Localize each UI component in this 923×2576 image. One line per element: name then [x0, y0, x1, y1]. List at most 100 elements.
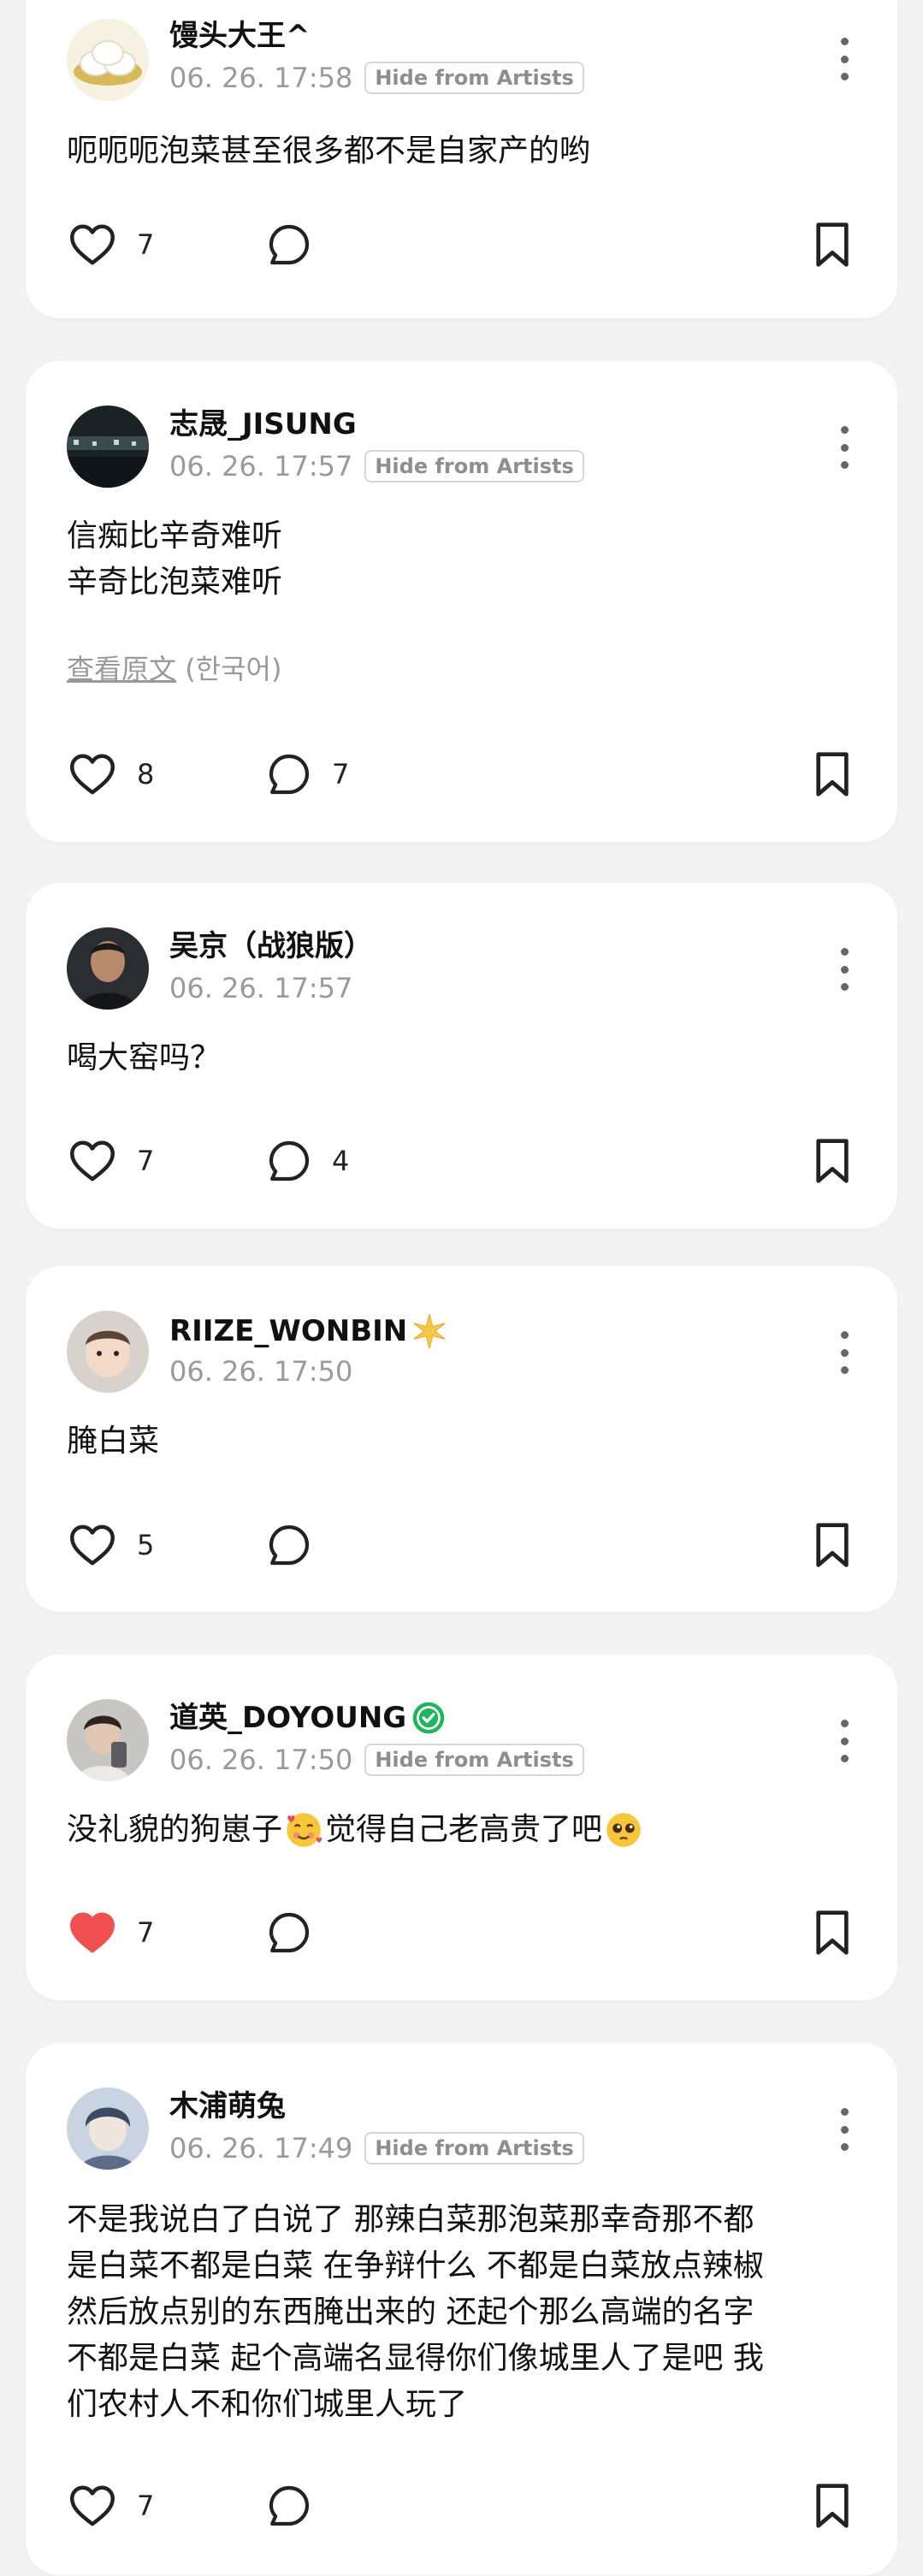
like-button[interactable]: 7	[67, 2476, 154, 2536]
post-actions: 5	[26, 1515, 897, 1575]
selfie-avatar-image	[67, 1699, 149, 1781]
post-text-line: 信痴比辛奇难听	[67, 518, 283, 554]
hide-from-artists-badge: Hide from Artists	[364, 62, 584, 94]
author-name[interactable]: 志晟_JISUNG	[169, 407, 357, 441]
baby-photo-avatar-image	[67, 1311, 149, 1393]
author-name-text: RIIZE_WONBIN	[169, 1314, 408, 1348]
like-button[interactable]: 7	[67, 215, 154, 275]
bookmark-button[interactable]	[812, 1515, 853, 1575]
avatar[interactable]	[67, 1311, 149, 1393]
post-body: 喝大窑吗？	[67, 1035, 846, 1081]
comment-button[interactable]: 7	[265, 744, 349, 804]
like-count: 7	[137, 228, 155, 261]
like-button[interactable]: 5	[67, 1515, 154, 1575]
more-options-icon[interactable]	[836, 38, 853, 80]
more-options-icon[interactable]	[836, 426, 853, 469]
post-body: 腌白菜	[67, 1418, 846, 1465]
more-options-icon[interactable]	[836, 1331, 853, 1374]
bookmark-button[interactable]	[812, 744, 853, 804]
view-original-toggle[interactable]: 查看原文 (한국어)	[67, 648, 281, 687]
post-actions: 7	[26, 215, 897, 275]
heart-icon	[70, 224, 115, 265]
comment-count: 7	[332, 758, 350, 791]
view-original-link[interactable]: 查看原文	[67, 653, 176, 685]
post-body: 呃呃呃泡菜甚至很多都不是自家产的哟	[67, 128, 846, 175]
post-actions: 8 7	[26, 744, 897, 804]
avatar[interactable]	[67, 2087, 149, 2170]
steamed-bun-avatar-image	[67, 19, 149, 101]
comment-button[interactable]	[265, 1515, 313, 1575]
bookmark-icon	[816, 222, 849, 267]
author-name[interactable]: 馒头大王^	[169, 19, 311, 53]
like-button[interactable]: 7	[67, 1903, 154, 1963]
heart-icon	[70, 754, 115, 795]
like-count: 8	[137, 758, 155, 791]
hide-from-artists-badge: Hide from Artists	[364, 2132, 584, 2164]
post-actions: 7	[26, 2476, 897, 2536]
post-card: RIIZE_WONBIN 06. 26. 17:50 腌白菜 5	[26, 1266, 897, 1612]
post-text-line: 不都是白菜 起个高端名显得你们像城里人了是吧 我	[67, 2341, 764, 2376]
bookmark-icon	[816, 1523, 849, 1567]
author-name-text: 道英_DOYOUNG	[169, 1701, 407, 1735]
post-text-line: 辛奇比泡菜难听	[67, 565, 283, 600]
bookmark-button[interactable]	[812, 1903, 853, 1963]
post-body: 信痴比辛奇难听 辛奇比泡菜难听	[67, 513, 846, 606]
post-meta: 06. 26. 17:50	[169, 1355, 352, 1388]
post-meta: 06. 26. 17:49 Hide from Artists	[169, 2132, 584, 2164]
author-name[interactable]: 道英_DOYOUNG	[169, 1701, 446, 1735]
post-card: 馒头大王^ 06. 26. 17:58 Hide from Artists 呃呃…	[26, 0, 897, 318]
comment-icon	[269, 1140, 310, 1181]
bookmark-button[interactable]	[812, 215, 853, 275]
post-text-segment: 没礼貌的狗崽子	[67, 1812, 283, 1847]
bookmark-icon	[816, 1910, 849, 1955]
more-options-icon[interactable]	[836, 948, 853, 991]
bookmark-icon	[816, 2484, 849, 2528]
avatar[interactable]	[67, 406, 149, 488]
author-name[interactable]: 吴京（战狼版）	[169, 929, 373, 963]
comment-icon	[269, 224, 310, 265]
like-button[interactable]: 8	[67, 744, 154, 804]
comment-button[interactable]	[265, 1903, 313, 1963]
post-body: 不是我说白了白说了 那辣白菜那泡菜那幸奇那不都 是白菜不都是白菜 在争辩什么 不…	[67, 2197, 846, 2428]
avatar[interactable]	[67, 927, 149, 1010]
post-text-line: 不是我说白了白说了 那辣白菜那泡菜那幸奇那不都	[67, 2202, 754, 2237]
post-actions: 7	[26, 1903, 897, 1963]
more-options-icon[interactable]	[836, 2108, 853, 2151]
timestamp: 06. 26. 17:57	[169, 450, 353, 483]
post-text-line: 是白菜不都是白菜 在争辩什么 不都是白菜放点辣椒	[67, 2248, 764, 2283]
post-text-segment: 觉得自己老高贵了吧	[325, 1812, 603, 1847]
original-language: (한국어)	[176, 653, 282, 685]
comment-icon	[269, 2485, 310, 2526]
post-actions: 7 4	[26, 1131, 897, 1191]
comment-button[interactable]	[265, 2476, 313, 2536]
pleading-face-emoji-icon	[606, 1813, 641, 1847]
post-meta: 06. 26. 17:58 Hide from Artists	[169, 62, 584, 94]
bookmark-button[interactable]	[812, 1131, 853, 1191]
post-body: 没礼貌的狗崽子 觉得自己老高贵了吧	[67, 1807, 846, 1853]
heart-filled-icon	[70, 1912, 115, 1953]
timestamp: 06. 26. 17:49	[169, 2132, 353, 2164]
like-count: 7	[137, 1916, 155, 1949]
avatar[interactable]	[67, 1699, 149, 1781]
post-text-line: 呃呃呃泡菜甚至很多都不是自家产的哟	[67, 133, 591, 169]
post-meta: 06. 26. 17:50 Hide from Artists	[169, 1744, 584, 1776]
comment-button[interactable]: 4	[265, 1131, 349, 1191]
author-name[interactable]: 木浦萌兔	[169, 2089, 286, 2123]
bookmark-button[interactable]	[812, 2476, 853, 2536]
author-name[interactable]: RIIZE_WONBIN	[169, 1312, 448, 1350]
comment-button[interactable]	[265, 215, 313, 275]
more-options-icon[interactable]	[836, 1720, 853, 1762]
anime-art-avatar-image	[67, 2087, 149, 2170]
timestamp: 06. 26. 17:58	[169, 62, 353, 94]
hide-from-artists-badge: Hide from Artists	[364, 1744, 584, 1776]
comment-icon	[269, 754, 310, 795]
post-card: 吴京（战狼版） 06. 26. 17:57 喝大窑吗？ 7 4	[26, 883, 897, 1229]
heart-icon	[70, 2485, 115, 2526]
avatar[interactable]	[67, 19, 149, 101]
post-text-line: 喝大窑吗？	[67, 1040, 222, 1075]
like-button[interactable]: 7	[67, 1131, 154, 1191]
like-count: 7	[137, 1145, 155, 1177]
verified-badge-icon	[412, 1702, 445, 1734]
like-count: 7	[137, 2490, 155, 2522]
heart-icon	[70, 1140, 115, 1181]
